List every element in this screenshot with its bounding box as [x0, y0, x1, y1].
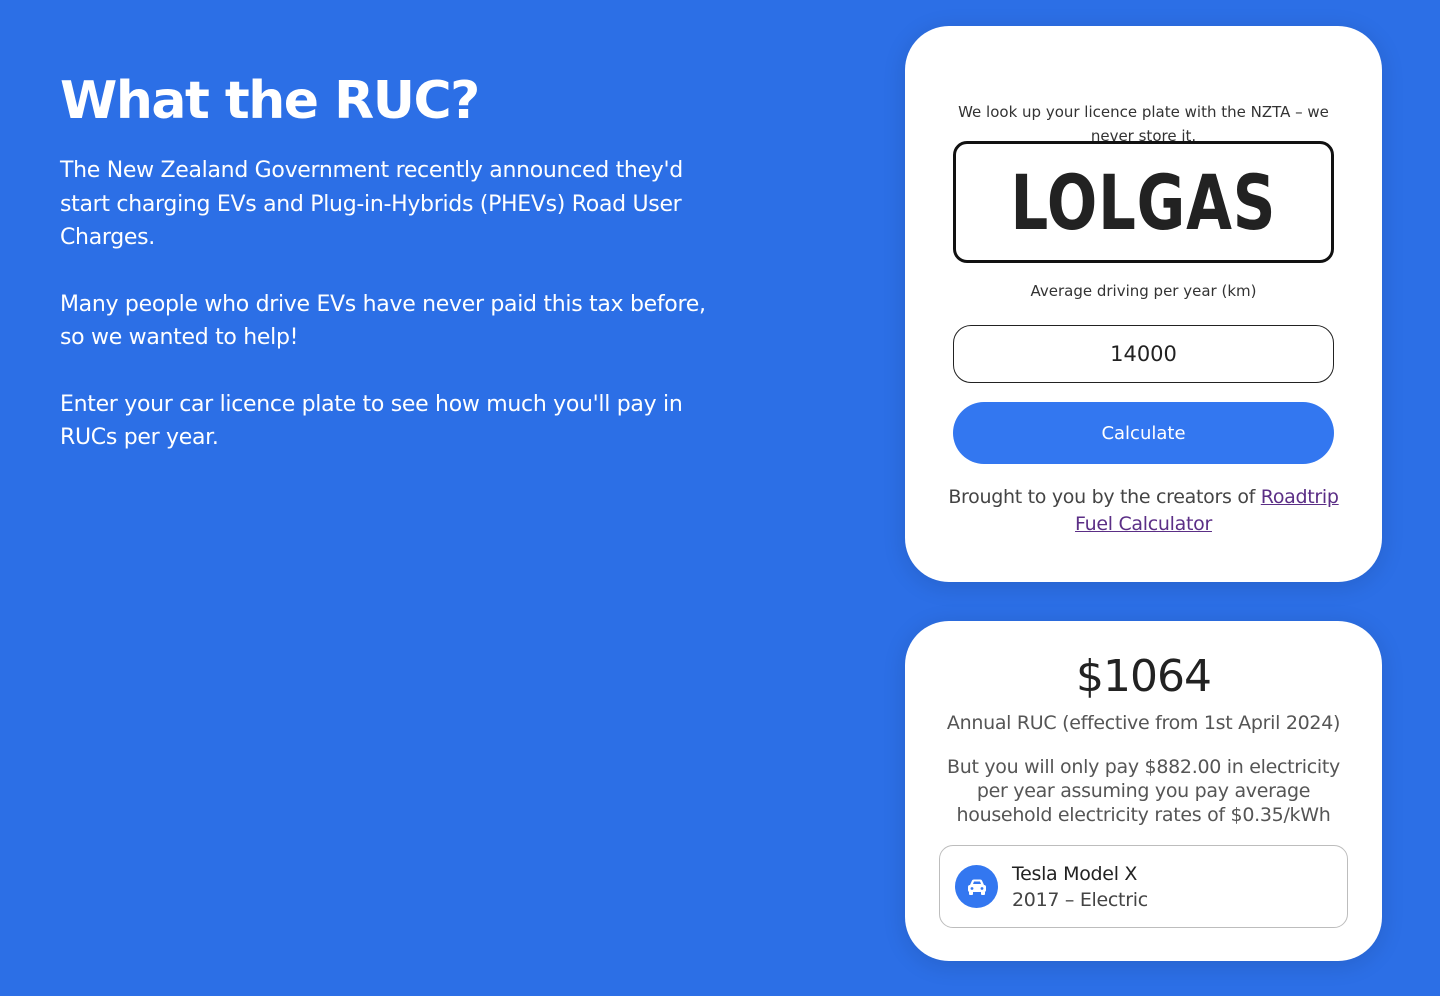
- driving-distance-label: Average driving per year (km): [1030, 282, 1257, 300]
- licence-plate-field[interactable]: LOLGAS: [953, 141, 1334, 263]
- page-title: What the RUC?: [60, 71, 480, 131]
- vehicle-details: Tesla Model X 2017 – Electric: [1012, 861, 1148, 913]
- calculator-card: We look up your licence plate with the N…: [905, 26, 1382, 582]
- licence-plate-text: LOLGAS: [1010, 157, 1277, 247]
- result-card: $1064 Annual RUC (effective from 1st Apr…: [905, 621, 1382, 961]
- car-icon: [955, 865, 998, 908]
- intro-paragraph-announcement: The New Zealand Government recently anno…: [60, 158, 683, 250]
- credit-prefix: Brought to you by the creators of: [948, 486, 1261, 508]
- intro-paragraph-instructions: Enter your car licence plate to see how …: [60, 391, 683, 451]
- intro-section: What the RUC? The New Zealand Government…: [60, 70, 720, 488]
- annual-ruc-label: Annual RUC (effective from 1st April 202…: [946, 712, 1341, 734]
- calculate-button[interactable]: Calculate: [953, 402, 1334, 464]
- electricity-cost-note: But you will only pay $882.00 in electri…: [947, 756, 1340, 826]
- intro-paragraph-help: Many people who drive EVs have never pai…: [60, 291, 706, 351]
- driving-distance-input[interactable]: [953, 325, 1334, 383]
- annual-ruc-amount: $1064: [1076, 651, 1212, 702]
- credit-text: Brought to you by the creators of Roadtr…: [945, 484, 1342, 538]
- vehicle-year-fuel: 2017 – Electric: [1012, 888, 1148, 911]
- vehicle-info: Tesla Model X 2017 – Electric: [939, 845, 1348, 928]
- vehicle-name: Tesla Model X: [1012, 862, 1138, 885]
